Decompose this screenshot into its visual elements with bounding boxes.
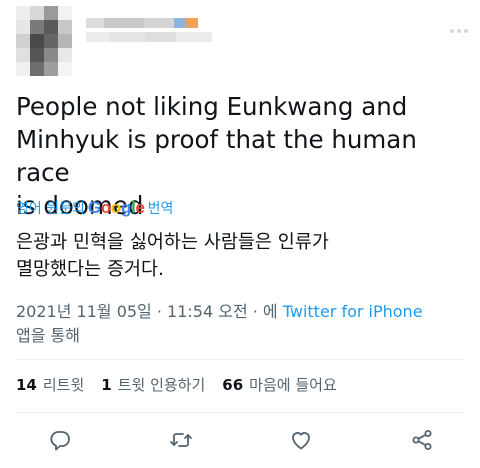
- translated-text: 은광과 민혁을 싫어하는 사람들은 인류가 멸망했다는 증거다.: [16, 229, 456, 283]
- translate-suffix: 번역: [147, 201, 174, 217]
- engagement-stats: 14 리트윗 1 트윗 인용하기 66 마음에 들어요: [16, 374, 354, 395]
- google-logo: Google: [87, 198, 145, 217]
- quotes-stat[interactable]: 1 트윗 인용하기: [101, 374, 205, 395]
- quotes-label: 트윗 인용하기: [117, 376, 206, 394]
- tweet-header: [0, 0, 480, 84]
- tweet-meta: 2021년 11월 05일 · 11:54 오전 · 에 Twitter for…: [16, 300, 466, 348]
- tweet-text-line: Minhyuk is proof that the human race: [16, 125, 417, 187]
- more-options-icon[interactable]: [450, 26, 470, 36]
- avatar[interactable]: [16, 6, 72, 80]
- retweets-label: 리트윗: [42, 376, 85, 394]
- heart-icon[interactable]: [289, 428, 313, 452]
- quotes-count: 1: [101, 375, 112, 394]
- source-suffix: 앱을 통해: [16, 326, 80, 345]
- translated-text-line: 멸망했다는 증거다.: [16, 259, 164, 280]
- translated-text-line: 은광과 민혁을 싫어하는 사람들은 인류가: [16, 232, 329, 253]
- action-bar: [0, 418, 480, 462]
- likes-label: 마음에 들어요: [249, 376, 337, 394]
- retweets-stat[interactable]: 14 리트윗: [16, 374, 84, 395]
- translation-attribution[interactable]: 영어 원문의 Google 번역: [16, 198, 173, 218]
- retweet-icon[interactable]: [169, 428, 193, 452]
- divider: [16, 359, 464, 360]
- likes-count: 66: [222, 375, 244, 394]
- source-link[interactable]: Twitter for iPhone: [283, 302, 423, 321]
- translate-prefix: 영어 원문의: [16, 201, 85, 217]
- reply-icon[interactable]: [48, 428, 72, 452]
- tweet-text-line: People not liking Eunkwang and: [16, 92, 408, 121]
- retweets-count: 14: [16, 375, 37, 394]
- likes-stat[interactable]: 66 마음에 들어요: [222, 374, 336, 395]
- timestamp[interactable]: 2021년 11월 05일 · 11:54 오전 · 에: [16, 302, 278, 321]
- username-blurred[interactable]: [86, 14, 226, 50]
- share-icon[interactable]: [410, 428, 434, 452]
- divider: [16, 412, 464, 413]
